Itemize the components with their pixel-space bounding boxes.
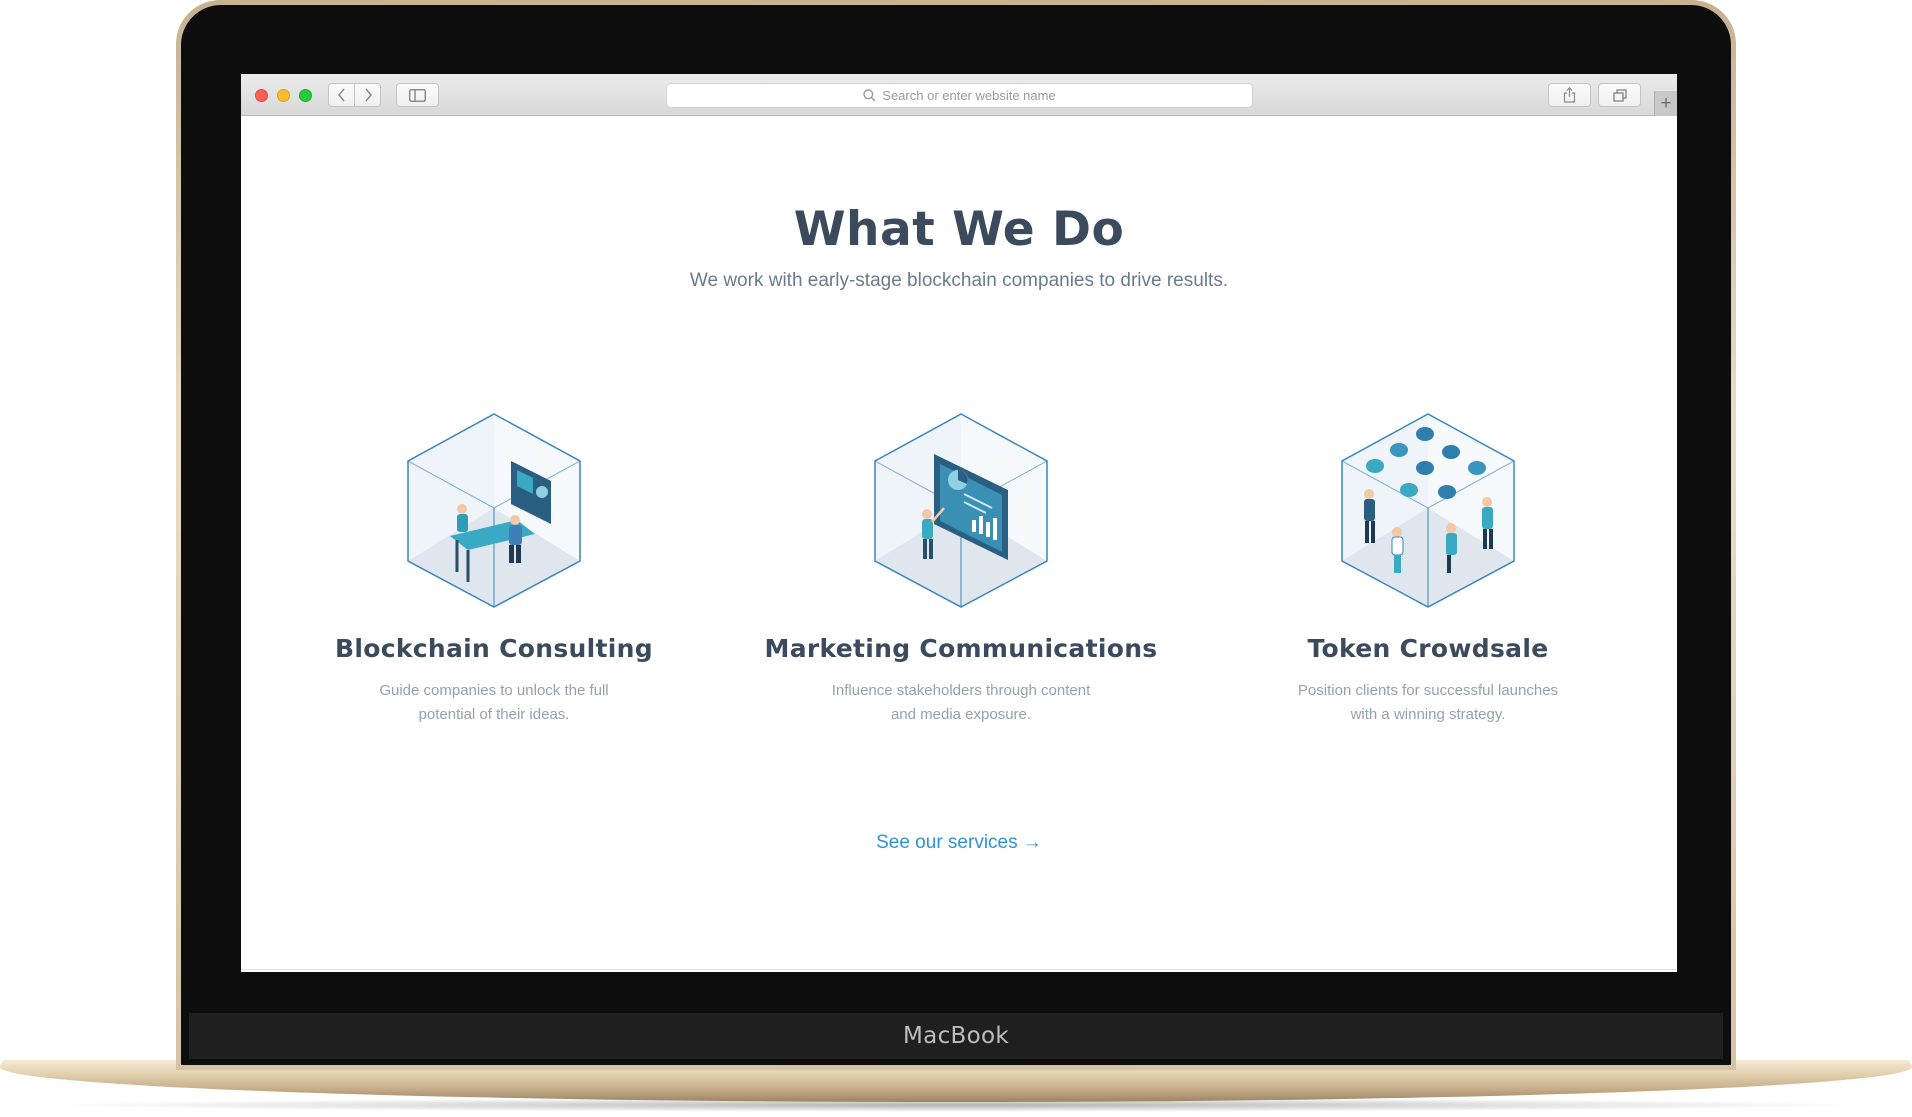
card-title: Blockchain Consulting [335,634,653,663]
sidebar-toggle-button[interactable] [396,83,439,107]
show-tabs-button[interactable] [1598,83,1641,107]
page-title: What We Do [793,202,1125,257]
card-title: Token Crowdsale [1307,634,1549,663]
brand-label: MacBook [903,1023,1009,1049]
page-subtitle: We work with early-stage blockchain comp… [689,270,1229,291]
laptop-chin: MacBook [189,1013,1723,1059]
crowdsale-cube-illustration [1341,413,1515,608]
service-card-crowdsale[interactable]: Token Crowdsale Position clients for suc… [1208,412,1648,727]
plus-icon: + [1660,93,1672,114]
address-bar[interactable]: Search or enter website name [666,83,1253,108]
new-tab-button[interactable]: + [1654,91,1677,116]
share-button[interactable] [1548,83,1591,107]
forward-button[interactable] [354,83,381,107]
minimize-window-button[interactable] [277,89,290,102]
consulting-cube-illustration [407,413,581,608]
card-description: Position clients for successful launches… [1297,682,1559,723]
chevron-right-icon [364,88,372,102]
sidebar-icon [409,88,426,102]
zoom-window-button[interactable] [299,89,312,102]
card-title: Marketing Communications [764,634,1158,663]
chevron-left-icon [337,88,345,102]
service-card-consulting[interactable]: Blockchain Consulting Guide companies to… [274,412,714,727]
close-window-button[interactable] [255,89,268,102]
back-button[interactable] [328,83,355,107]
share-icon [1563,87,1576,103]
tabs-icon [1612,88,1627,102]
card-description: Influence stakeholders through content a… [831,682,1091,723]
card-description: Guide companies to unlock the full poten… [379,682,609,723]
see-services-link[interactable]: See our services → [876,832,1042,853]
browser-window: Search or enter website name + What We D… [241,74,1677,972]
footer-divider [241,969,1677,970]
address-placeholder: Search or enter website name [882,88,1056,103]
marketing-cube-illustration [874,413,1048,608]
see-services-link-wrapper: See our services → [241,832,1677,854]
search-icon [863,89,876,102]
browser-toolbar: Search or enter website name + [241,74,1677,116]
service-card-marketing[interactable]: Marketing Communications Influence stake… [741,412,1181,727]
